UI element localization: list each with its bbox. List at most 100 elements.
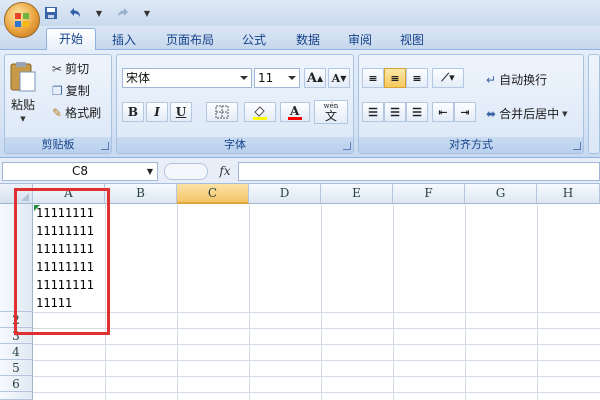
cut-label: 剪切: [65, 62, 90, 76]
align-middle-button[interactable]: ≡: [384, 68, 406, 88]
shrink-font-icon: A: [331, 71, 341, 85]
name-box-value: C8: [71, 164, 88, 178]
clipboard-group-label: 剪贴板: [5, 137, 111, 153]
office-button[interactable]: [4, 2, 40, 38]
column-header-h[interactable]: H: [537, 184, 600, 204]
align-top-button[interactable]: ≡: [362, 68, 384, 88]
tab-insert[interactable]: 插入: [102, 30, 146, 50]
grow-font-button[interactable]: A ▲: [304, 68, 326, 88]
column-header-g[interactable]: G: [465, 184, 537, 204]
chevron-down-icon: ▼: [20, 115, 26, 123]
alignment-launcher-icon[interactable]: [573, 142, 581, 150]
chevron-down-icon: [240, 76, 248, 80]
merge-center-label: 合并后居中: [499, 107, 560, 121]
italic-button[interactable]: I: [146, 102, 168, 122]
copy-label: 复制: [65, 84, 90, 98]
tab-data[interactable]: 数据: [288, 30, 328, 50]
align-left-icon: ☰: [368, 105, 378, 119]
formula-bar-splitter[interactable]: [164, 163, 208, 180]
chevron-down-icon: [288, 76, 296, 80]
format-painter-button[interactable]: ✎ 格式刷: [52, 104, 101, 121]
borders-icon: [215, 105, 229, 119]
customize-qat-button[interactable]: ▼: [138, 5, 156, 21]
alignment-group-label: 对齐方式: [359, 137, 583, 153]
font-color-button[interactable]: A: [280, 102, 310, 122]
align-right-button[interactable]: ☰: [406, 102, 428, 122]
column-header-d[interactable]: D: [249, 184, 321, 204]
align-center-icon: ☰: [390, 105, 400, 119]
orientation-icon: ⟋▾: [441, 71, 455, 84]
chevron-down-icon[interactable]: ▼: [147, 163, 153, 180]
font-color-icon: A: [288, 104, 302, 120]
format-painter-label: 格式刷: [65, 106, 102, 120]
chevron-down-icon: ▼: [562, 109, 568, 118]
bold-button[interactable]: B: [122, 102, 144, 122]
align-top-icon: ≡: [368, 71, 378, 85]
underline-button[interactable]: U: [170, 102, 192, 122]
align-right-icon: ☰: [412, 105, 422, 119]
align-left-button[interactable]: ☰: [362, 102, 384, 122]
align-bottom-button[interactable]: ≡: [406, 68, 428, 88]
tab-home[interactable]: 开始: [46, 28, 96, 51]
italic-icon: I: [154, 105, 160, 119]
shrink-font-button[interactable]: A ▼: [328, 68, 350, 88]
tab-page-layout[interactable]: 页面布局: [158, 30, 222, 50]
office-logo-icon: [15, 13, 29, 27]
formula-input[interactable]: [238, 162, 600, 181]
font-name-select[interactable]: 宋体: [122, 68, 252, 88]
cut-button[interactable]: ✂ 剪切: [52, 60, 89, 77]
grow-font-arrow-icon: ▲: [316, 73, 324, 83]
copy-icon: ❐: [52, 83, 63, 98]
save-icon: [45, 7, 57, 19]
paste-button[interactable]: 粘贴 ▼: [8, 60, 38, 123]
wrap-text-button[interactable]: ↵ 自动换行: [486, 71, 547, 88]
paste-label: 粘贴: [10, 98, 35, 112]
shrink-font-arrow-icon: ▼: [340, 73, 347, 83]
merge-center-button[interactable]: ⬌ 合并后居中 ▼: [486, 105, 567, 122]
orientation-button[interactable]: ⟋▾: [432, 68, 464, 88]
increase-indent-button[interactable]: ⇥: [454, 102, 476, 122]
row-header-5[interactable]: 5: [0, 360, 33, 376]
copy-button[interactable]: ❐ 复制: [52, 82, 90, 99]
undo-icon: [70, 8, 80, 17]
undo-dropdown[interactable]: ▼: [90, 5, 108, 21]
insert-function-button[interactable]: fx: [214, 162, 236, 181]
column-header-b[interactable]: B: [105, 184, 177, 204]
phonetic-char-text: 文: [324, 108, 337, 123]
wrap-text-icon: ↵: [486, 72, 497, 87]
align-center-button[interactable]: ☰: [384, 102, 406, 122]
tab-formulas[interactable]: 公式: [234, 30, 274, 50]
next-group-edge: [588, 54, 600, 154]
font-group-label: 字体: [117, 137, 353, 153]
decrease-indent-icon: ⇤: [438, 105, 448, 119]
row-header-6[interactable]: 6: [0, 376, 33, 392]
tab-review[interactable]: 审阅: [340, 30, 380, 50]
column-header-c[interactable]: C: [177, 184, 249, 204]
merge-center-icon: ⬌: [486, 106, 497, 121]
align-middle-icon: ≡: [390, 71, 400, 85]
grow-font-icon: A: [306, 70, 317, 86]
underline-icon: U: [175, 105, 187, 119]
save-button[interactable]: [42, 5, 60, 21]
phonetic-guide-button[interactable]: wén 文: [314, 100, 348, 124]
column-header-f[interactable]: F: [393, 184, 465, 204]
font-launcher-icon[interactable]: [343, 142, 351, 150]
redo-icon: [118, 8, 128, 17]
fill-bucket-icon: [253, 106, 267, 120]
row-header-7[interactable]: [0, 392, 33, 400]
undo-button[interactable]: [66, 5, 84, 21]
name-box[interactable]: C8 ▼: [2, 162, 158, 181]
bold-icon: B: [127, 105, 139, 119]
font-size-select[interactable]: 11: [254, 68, 300, 88]
tab-view[interactable]: 视图: [392, 30, 432, 50]
column-header-e[interactable]: E: [321, 184, 393, 204]
decrease-indent-button[interactable]: ⇤: [432, 102, 454, 122]
clipboard-launcher-icon[interactable]: [101, 142, 109, 150]
font-name-value: 宋体: [126, 71, 151, 85]
paste-icon: [10, 62, 36, 92]
redo-button[interactable]: [114, 5, 132, 21]
fill-color-button[interactable]: [244, 102, 276, 122]
borders-button[interactable]: [206, 102, 238, 122]
row-header-4[interactable]: 4: [0, 344, 33, 360]
font-size-value: 11: [258, 71, 274, 85]
